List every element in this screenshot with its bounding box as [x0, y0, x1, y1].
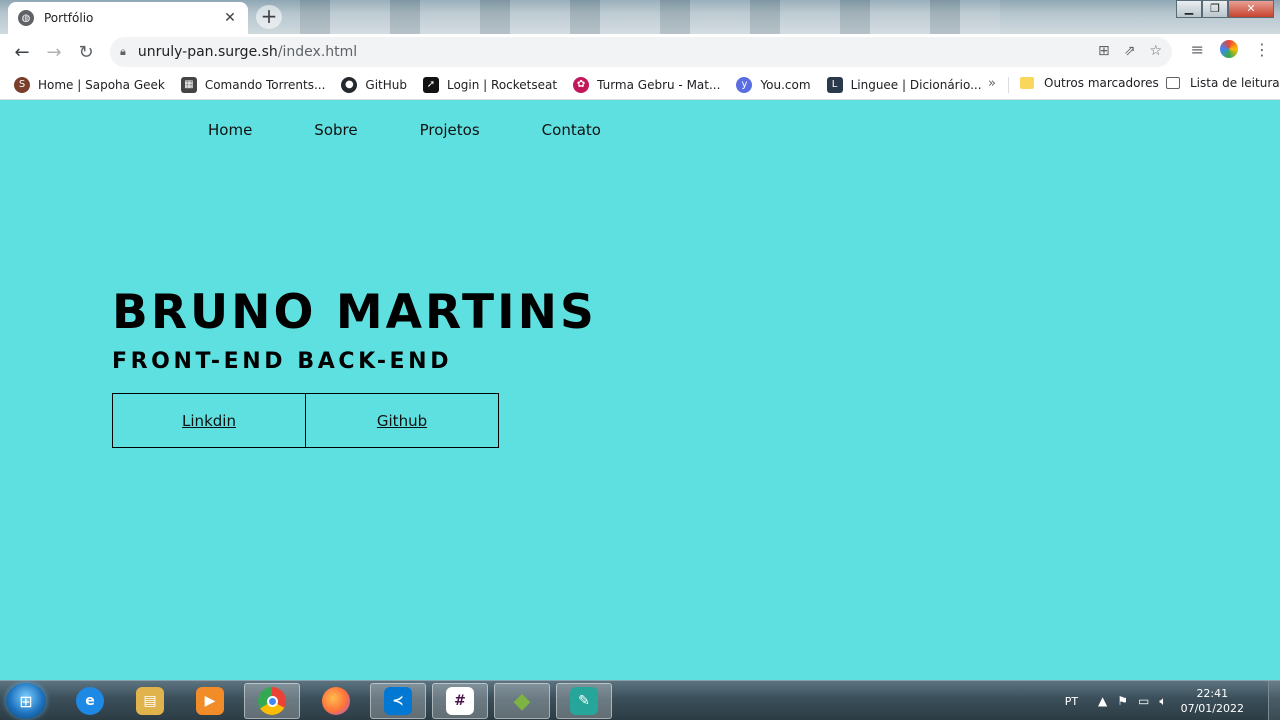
bookmark-label: Linguee | Dicionário...: [850, 77, 982, 92]
bookmark-turma-gebru[interactable]: ✿ Turma Gebru - Mat...: [573, 76, 721, 93]
show-hidden-icons-icon[interactable]: ▲: [1098, 694, 1107, 709]
tab-portfolio[interactable]: ◍ Portfólio ✕: [8, 2, 248, 34]
window-controls: ▁ ❐ ✕: [1176, 0, 1274, 18]
sapoha-geek-icon: S: [14, 76, 30, 93]
taskbar-paint[interactable]: ✎: [556, 683, 612, 719]
system-clock[interactable]: 22:41 07/01/2022: [1181, 686, 1244, 716]
portfolio-page: Home Sobre Projetos Contato BRUNO MARTIN…: [0, 101, 1280, 679]
bookmark-label: Login | Rocketseat: [446, 77, 558, 92]
globe-icon: ◍: [18, 10, 34, 26]
bookmark-label: Home | Sapoha Geek: [38, 77, 165, 92]
taskbar-vscode[interactable]: ≺: [370, 683, 426, 719]
action-center-flag-icon[interactable]: ⚑: [1117, 694, 1128, 709]
hero-name: BRUNO MARTINS: [112, 285, 597, 340]
taskbar-file-explorer[interactable]: ▤: [122, 683, 178, 719]
tab-title: Portfólio: [44, 11, 94, 25]
toolbar-right: ≡ ⋮: [1191, 38, 1270, 60]
menu-icon[interactable]: ⋮: [1254, 40, 1270, 59]
windows-taskbar: ⊞ e ▤ ▶ ≺ # ◆ ✎ PT ▲ ⚑ ▭ 🔈︎ 22:41 07/01/…: [0, 680, 1280, 720]
linguee-icon: L: [826, 76, 843, 93]
taskbar-media-player[interactable]: ▶: [182, 683, 238, 719]
bookmark-github[interactable]: ● GitHub: [341, 76, 407, 93]
bookmark-rocketseat[interactable]: ➚ Login | Rocketseat: [422, 76, 558, 93]
github-icon: ●: [341, 76, 358, 93]
gebru-icon: ✿: [573, 76, 590, 93]
social-buttons: Linkdin Github: [112, 393, 499, 448]
profile-avatar[interactable]: [1218, 38, 1240, 60]
reading-list-icon: [1166, 77, 1180, 89]
taskbar-internet-explorer[interactable]: e: [62, 683, 118, 719]
browser-toolbar: ← → ↻ 🔒︎ unruly-pan.surge.sh /index.html…: [0, 34, 1280, 70]
maximize-button[interactable]: ❐: [1202, 0, 1228, 18]
nav-link-contato[interactable]: Contato: [542, 121, 601, 139]
you-com-icon: y: [736, 76, 753, 93]
volume-icon[interactable]: 🔈︎: [1159, 694, 1166, 709]
comando-torrents-icon: ▦: [180, 76, 197, 93]
bookmark-comando-torrents[interactable]: ▦ Comando Torrents...: [180, 76, 326, 93]
address-bar[interactable]: 🔒︎ unruly-pan.surge.sh /index.html ⊞ ⇗ ☆: [110, 37, 1172, 67]
taskbar-git[interactable]: ◆: [494, 683, 550, 719]
clock-date: 07/01/2022: [1180, 702, 1244, 715]
reading-list-label: Lista de leitura: [1190, 76, 1280, 90]
bookmark-you-com[interactable]: y You.com: [736, 76, 811, 93]
translate-icon[interactable]: ⊞: [1098, 43, 1110, 59]
site-nav: Home Sobre Projetos Contato: [208, 121, 601, 139]
media-player-icon: ▶: [196, 687, 224, 715]
reload-icon[interactable]: ↻: [70, 36, 102, 68]
reading-list[interactable]: Lista de leitura: [1166, 76, 1280, 90]
bookmark-label: Comando Torrents...: [204, 77, 326, 92]
star-icon[interactable]: ☆: [1149, 43, 1162, 59]
start-button[interactable]: ⊞: [6, 683, 46, 719]
github-button[interactable]: Github: [305, 393, 499, 448]
chrome-icon: [258, 687, 286, 715]
media-control-icon[interactable]: ≡: [1191, 40, 1204, 59]
show-desktop-button[interactable]: [1268, 681, 1280, 720]
linkedin-button[interactable]: Linkdin: [112, 393, 306, 448]
browser-tab-strip: ◍ Portfólio ✕ + ▁ ❐ ✕: [0, 0, 1280, 34]
bookmark-sapoha-geek[interactable]: S Home | Sapoha Geek: [14, 76, 165, 93]
taskbar-firefox[interactable]: [308, 683, 364, 719]
paint-icon: ✎: [570, 687, 598, 715]
git-icon: ◆: [513, 688, 531, 714]
nav-link-home[interactable]: Home: [208, 121, 252, 139]
minimize-button[interactable]: ▁: [1176, 0, 1202, 18]
vscode-icon: ≺: [384, 687, 412, 715]
taskbar-slack[interactable]: #: [432, 683, 488, 719]
url-host: unruly-pan.surge.sh: [137, 44, 278, 60]
bookmark-label: Turma Gebru - Mat...: [597, 77, 721, 92]
close-window-button[interactable]: ✕: [1228, 0, 1274, 18]
clock-time: 22:41: [1196, 687, 1229, 700]
url-path: /index.html: [277, 44, 358, 60]
rocketseat-icon: ➚: [422, 76, 439, 93]
more-bookmarks-chevron-icon[interactable]: »: [988, 76, 996, 91]
bookmark-linguee[interactable]: L Linguee | Dicionário...: [826, 76, 982, 93]
close-tab-icon[interactable]: ✕: [222, 10, 238, 26]
back-icon[interactable]: ←: [6, 36, 38, 68]
lock-icon[interactable]: 🔒︎: [120, 45, 126, 59]
taskbar-chrome[interactable]: [244, 683, 300, 719]
omnibox-actions: ⊞ ⇗ ☆: [1098, 43, 1162, 59]
bookmark-label: GitHub: [365, 77, 407, 92]
other-bookmarks-label: Outros marcadores: [1044, 76, 1159, 90]
bookmark-label: You.com: [760, 77, 811, 92]
share-icon[interactable]: ⇗: [1124, 43, 1136, 59]
bookmarks-bar: S Home | Sapoha Geek ▦ Comando Torrents.…: [0, 70, 1280, 100]
nav-link-sobre[interactable]: Sobre: [314, 121, 357, 139]
tray-icons: ▲ ⚑ ▭ 🔈︎: [1098, 694, 1167, 709]
other-bookmarks-folder[interactable]: Outros marcadores: [1020, 76, 1159, 90]
folder-icon: [1020, 77, 1034, 89]
internet-explorer-icon: e: [76, 687, 104, 715]
network-icon[interactable]: ▭: [1138, 694, 1149, 709]
new-tab-button[interactable]: +: [256, 5, 282, 29]
forward-icon[interactable]: →: [38, 36, 70, 68]
firefox-icon: [322, 687, 350, 715]
bookmarks-divider: [1008, 77, 1009, 93]
hero-role: FRONT-END BACK-END: [112, 349, 453, 374]
slack-icon: #: [446, 687, 474, 715]
nav-link-projetos[interactable]: Projetos: [420, 121, 480, 139]
folder-icon: ▤: [136, 687, 164, 715]
language-indicator[interactable]: PT: [1065, 695, 1078, 708]
system-tray: PT ▲ ⚑ ▭ 🔈︎ 22:41 07/01/2022: [1065, 681, 1266, 720]
